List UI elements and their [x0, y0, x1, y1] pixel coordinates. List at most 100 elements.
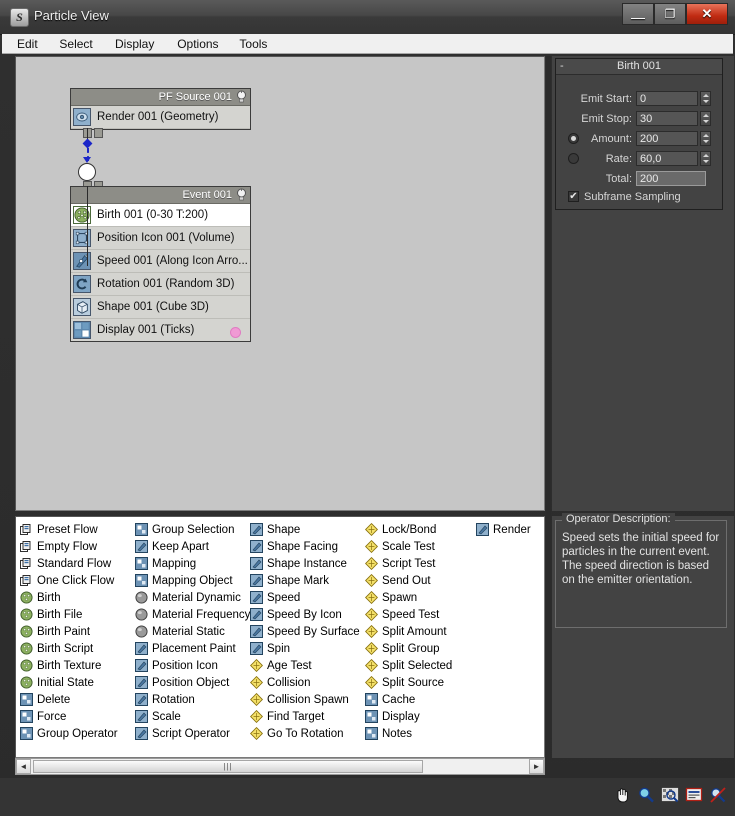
light-bulb-icon[interactable]: [235, 90, 248, 103]
depot-item[interactable]: Preset Flow: [20, 521, 118, 538]
depot-item[interactable]: Scale Test: [364, 538, 452, 555]
emit-stop-input[interactable]: 30: [636, 111, 698, 126]
depot-item[interactable]: Material Static: [135, 623, 250, 640]
depot-item[interactable]: Split Amount: [364, 623, 452, 640]
depot-item[interactable]: Rotation: [135, 691, 250, 708]
depot-item[interactable]: Group Operator: [20, 725, 118, 742]
depot-item[interactable]: Script Operator: [135, 725, 250, 742]
display-color-swatch[interactable]: [230, 327, 241, 338]
depot-item[interactable]: Mapping Object: [135, 572, 250, 589]
zoom-region-icon[interactable]: [661, 786, 679, 804]
depot-item[interactable]: Render: [476, 521, 531, 538]
depot-item[interactable]: Empty Flow: [20, 538, 118, 555]
no-zoom-extents-icon[interactable]: [709, 786, 727, 804]
depot-item[interactable]: Mapping: [135, 555, 250, 572]
depot-item[interactable]: Notes: [365, 725, 452, 742]
rate-radio[interactable]: [568, 153, 579, 164]
depot-item[interactable]: Force: [20, 708, 118, 725]
depot-item[interactable]: Find Target: [249, 708, 360, 725]
rollout-header[interactable]: - Birth 001: [556, 59, 722, 75]
depot-item[interactable]: Position Icon: [135, 657, 250, 674]
node-row-shape-001[interactable]: Shape 001 (Cube 3D): [71, 296, 250, 319]
depot-item[interactable]: Delete: [20, 691, 118, 708]
node-row-render-001[interactable]: Render 001 (Geometry): [71, 106, 250, 129]
menu-display[interactable]: Display: [110, 36, 159, 52]
menu-edit[interactable]: Edit: [12, 36, 43, 52]
depot-item[interactable]: Shape Instance: [250, 555, 360, 572]
depot-item[interactable]: Split Group: [364, 640, 452, 657]
depot-item[interactable]: Birth: [20, 589, 118, 606]
menu-options[interactable]: Options: [172, 36, 223, 52]
node-row-birth-001[interactable]: Birth 001 (0-30 T:200): [71, 204, 250, 227]
depot-item[interactable]: Standard Flow: [20, 555, 118, 572]
zoom-magnifier-icon[interactable]: [637, 786, 655, 804]
collapse-icon[interactable]: -: [560, 59, 564, 74]
depot-item[interactable]: Split Source: [364, 674, 452, 691]
depot-item[interactable]: Split Selected: [364, 657, 452, 674]
node-pf-source-001[interactable]: PF Source 001 Render 001 (Geometry): [70, 88, 251, 130]
subframe-sampling-checkbox[interactable]: ✔: [568, 191, 579, 202]
depot-item[interactable]: Initial State: [20, 674, 118, 691]
depot-item[interactable]: Birth File: [20, 606, 118, 623]
depot-item[interactable]: Shape Facing: [250, 538, 360, 555]
scrollbar-thumb[interactable]: |||: [33, 760, 423, 773]
depot-item[interactable]: Speed By Icon: [250, 606, 360, 623]
depot-item[interactable]: Script Test: [364, 555, 452, 572]
depot-item[interactable]: Send Out: [364, 572, 452, 589]
depot-palette[interactable]: Preset Flow Empty Flow Standard Flow One Cl…: [15, 516, 545, 758]
depot-item[interactable]: One Click Flow: [20, 572, 118, 589]
depot-item[interactable]: Shape: [250, 521, 360, 538]
node-row-rotation-001[interactable]: Rotation 001 (Random 3D): [71, 273, 250, 296]
node-row-speed-001[interactable]: Speed 001 (Along Icon Arro...: [71, 250, 250, 273]
depot-item[interactable]: Birth Paint: [20, 623, 118, 640]
node-row-position-icon-001[interactable]: Position Icon 001 (Volume): [71, 227, 250, 250]
minimize-button[interactable]: —: [622, 3, 654, 25]
depot-item[interactable]: Keep Apart: [135, 538, 250, 555]
depot-item[interactable]: Cache: [365, 691, 452, 708]
depot-item[interactable]: Go To Rotation: [249, 725, 360, 742]
depot-item[interactable]: Position Object: [135, 674, 250, 691]
node-pf-source-001-header[interactable]: PF Source 001: [71, 89, 250, 106]
particle-flow-canvas[interactable]: PF Source 001 Render 001 (Geometry) Even…: [15, 56, 545, 511]
emit-start-spinner[interactable]: [700, 91, 711, 106]
maximize-button[interactable]: ❐: [654, 3, 686, 25]
depot-item[interactable]: Speed Test: [364, 606, 452, 623]
emit-stop-spinner[interactable]: [700, 111, 711, 126]
depot-horizontal-scrollbar[interactable]: ◄ ||| ►: [15, 758, 545, 775]
rate-spinner[interactable]: [700, 151, 711, 166]
amount-radio[interactable]: [568, 133, 579, 144]
close-button[interactable]: ✕: [686, 3, 728, 25]
amount-input[interactable]: 200: [636, 131, 698, 146]
scroll-left-arrow-icon[interactable]: ◄: [16, 759, 31, 774]
depot-item[interactable]: Scale: [135, 708, 250, 725]
node-event-001[interactable]: Event 001 Birth 001 (0-30 T:200) Positio…: [70, 186, 251, 342]
depot-item[interactable]: Spin: [250, 640, 360, 657]
depot-item[interactable]: Collision Spawn: [249, 691, 360, 708]
depot-item[interactable]: Group Selection: [135, 521, 250, 538]
depot-item[interactable]: Birth Texture: [20, 657, 118, 674]
depot-item[interactable]: Birth Script: [20, 640, 118, 657]
scroll-right-arrow-icon[interactable]: ►: [529, 759, 544, 774]
menu-select[interactable]: Select: [54, 36, 97, 52]
depot-item[interactable]: Placement Paint: [135, 640, 250, 657]
node-row-display-001[interactable]: Display 001 (Ticks): [71, 319, 250, 341]
pan-to-fit-icon[interactable]: [685, 786, 703, 804]
depot-item[interactable]: Material Frequency: [135, 606, 250, 623]
event-input-connector[interactable]: [78, 163, 96, 181]
depot-item[interactable]: Speed: [250, 589, 360, 606]
rate-input[interactable]: 60,0: [636, 151, 698, 166]
depot-item[interactable]: Collision: [249, 674, 360, 691]
depot-item[interactable]: Shape Mark: [250, 572, 360, 589]
node-event-001-header[interactable]: Event 001: [71, 187, 250, 204]
emit-start-input[interactable]: 0: [636, 91, 698, 106]
depot-item[interactable]: Lock/Bond: [364, 521, 452, 538]
depot-item[interactable]: Age Test: [249, 657, 360, 674]
depot-item[interactable]: Speed By Surface: [250, 623, 360, 640]
panel-divider[interactable]: [546, 56, 551, 758]
amount-spinner[interactable]: [700, 131, 711, 146]
depot-item[interactable]: Spawn: [364, 589, 452, 606]
depot-item[interactable]: Display: [365, 708, 452, 725]
light-bulb-icon[interactable]: [235, 188, 248, 201]
pan-hand-icon[interactable]: [613, 786, 631, 804]
output-plug-right[interactable]: [94, 128, 103, 138]
